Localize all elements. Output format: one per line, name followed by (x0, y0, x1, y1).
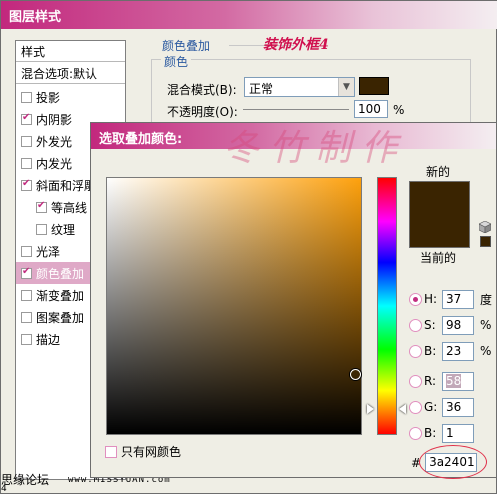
style-checkbox[interactable] (21, 289, 32, 301)
channel-radio[interactable] (409, 344, 422, 358)
style-item-label: 等高线 (51, 200, 88, 215)
web-colors-label: 只有网颜色 (121, 445, 182, 459)
watermark-text: 冬竹制作 (223, 128, 408, 169)
web-colors-only[interactable]: 只有网颜色 (105, 443, 181, 460)
channel-label: B: (424, 426, 437, 440)
opacity-input[interactable]: 100 (354, 100, 388, 118)
style-checkbox[interactable] (21, 333, 32, 345)
hue-slider[interactable] (377, 177, 397, 435)
color-picker-titlebar[interactable]: 选取叠加颜色: 冬竹制作 (91, 123, 496, 169)
color-picker-title: 选取叠加颜色: (99, 132, 183, 147)
hex-highlight-circle (419, 445, 487, 479)
new-color-label: 新的 (426, 165, 451, 179)
style-item-label: 光泽 (36, 244, 61, 259)
channel-label: S: (424, 318, 436, 332)
style-checkbox[interactable] (21, 157, 32, 169)
section-title: 颜色叠加 (158, 37, 215, 54)
style-checkbox[interactable] (21, 266, 32, 279)
blend-mode-value: 正常 (249, 82, 274, 96)
style-checkbox[interactable] (21, 135, 32, 147)
chevron-down-icon[interactable]: ▼ (338, 78, 354, 96)
style-checkbox[interactable] (21, 112, 32, 125)
color-field-row: R: 58 (409, 370, 480, 392)
style-checkbox[interactable] (21, 245, 32, 257)
channel-value: 37 (446, 291, 462, 306)
opacity-unit: % (393, 103, 405, 117)
current-color-label: 当前的 (420, 251, 457, 265)
color-group-title: 颜色 (161, 53, 192, 70)
channel-radio[interactable] (409, 374, 422, 388)
style-checkbox[interactable] (21, 311, 32, 323)
blend-mode-label: 混合模式(B): (167, 83, 237, 97)
channel-input[interactable]: 37 (442, 289, 474, 309)
blend-options-item[interactable]: 混合选项:默认 (16, 62, 125, 84)
channel-input[interactable]: 98 (442, 315, 474, 335)
forum-label: 思缘论坛 (1, 473, 50, 487)
style-item-label: 投影 (36, 90, 61, 105)
style-checkbox[interactable] (36, 200, 47, 213)
hue-slider-right-arrow[interactable] (399, 404, 406, 414)
opacity-slider[interactable] (243, 109, 349, 110)
style-checkbox[interactable] (21, 178, 32, 191)
channel-value: 36 (446, 399, 462, 414)
channel-radio[interactable] (409, 426, 422, 440)
gamut-warning-swatch[interactable] (480, 236, 491, 247)
channel-label: G: (424, 400, 438, 414)
new-color-swatch (409, 181, 470, 217)
color-field-row: S: 98% (409, 314, 491, 336)
style-item-label: 斜面和浮雕 (36, 178, 97, 193)
web-colors-checkbox[interactable] (105, 445, 117, 458)
style-item-label: 纹理 (51, 222, 76, 237)
channel-unit: 度 (480, 292, 493, 307)
style-item-label: 内阴影 (36, 112, 73, 127)
channel-input[interactable]: 36 (442, 397, 474, 417)
channel-value: 98 (446, 317, 462, 332)
style-item[interactable]: 投影 (16, 86, 125, 108)
overlay-color-swatch[interactable] (359, 77, 389, 95)
styles-header[interactable]: 样式 (16, 41, 125, 62)
channel-value: 23 (446, 343, 462, 358)
cube-icon[interactable] (479, 221, 491, 233)
channel-input[interactable]: 1 (442, 423, 474, 443)
channel-radio[interactable] (409, 318, 422, 332)
channel-value: 1 (446, 425, 454, 440)
corner-mark: 4 (1, 484, 7, 494)
layer-style-titlebar[interactable]: 图层样式 (1, 1, 497, 29)
watermark-title: 装饰外框4 (263, 37, 329, 53)
style-checkbox[interactable] (36, 223, 47, 235)
hue-slider-left-arrow[interactable] (367, 404, 374, 414)
color-field-row: H: 37 度 (409, 288, 492, 310)
channel-radio[interactable] (409, 292, 422, 306)
style-checkbox[interactable] (21, 91, 32, 103)
channel-input[interactable]: 58 (442, 371, 474, 391)
channel-input[interactable]: 23 (442, 341, 474, 361)
color-field-row: B: 23% (409, 340, 491, 362)
style-item-label: 图案叠加 (36, 310, 85, 325)
style-item-label: 内发光 (36, 156, 73, 171)
opacity-label: 不透明度(O): (167, 105, 238, 119)
color-field-row: G: 36 (409, 396, 480, 418)
channel-radio[interactable] (409, 400, 422, 414)
blend-mode-select[interactable]: 正常 ▼ (244, 77, 355, 97)
channel-label: H: (424, 292, 438, 306)
channel-unit: % (480, 344, 492, 358)
channel-unit: % (480, 318, 492, 332)
saturation-brightness-field[interactable] (106, 177, 362, 435)
channel-value: 58 (446, 373, 462, 388)
color-field-row: B: 1 (409, 422, 480, 444)
style-item-label: 渐变叠加 (36, 288, 85, 303)
color-picker-dialog: 选取叠加颜色: 冬竹制作 新的 当前的 H: 37 度 S: 98% B: 23% R: 58 G… (90, 122, 497, 479)
current-color-swatch[interactable] (409, 217, 470, 248)
style-item-label: 描边 (36, 332, 61, 347)
channel-label: R: (424, 374, 437, 388)
layer-style-title: 图层样式 (9, 10, 62, 25)
style-item-label: 颜色叠加 (36, 266, 85, 281)
color-field-marker[interactable] (350, 369, 361, 380)
style-item-label: 外发光 (36, 134, 73, 149)
channel-label: B: (424, 344, 437, 358)
